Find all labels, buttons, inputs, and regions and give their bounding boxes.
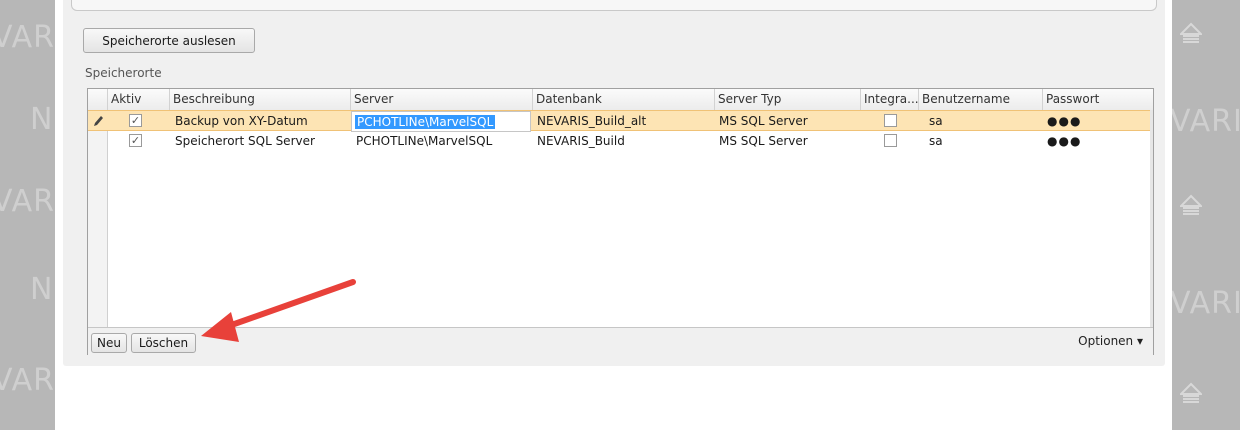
column-header-server[interactable]: Server (350, 89, 532, 110)
column-header-passwort[interactable]: Passwort (1042, 89, 1153, 110)
column-header-datenbank[interactable]: Datenbank (532, 89, 714, 110)
grid-header: Aktiv Beschreibung Server Datenbank Serv… (88, 89, 1153, 111)
column-header-integrated[interactable]: Integra... (860, 89, 918, 110)
watermark-logo-icon (1180, 194, 1202, 215)
cell-server-typ[interactable]: MS SQL Server (716, 111, 808, 132)
server-selected-text[interactable]: PCHOTLINe\MarvelSQL (355, 115, 496, 129)
watermark-text: VAR (0, 20, 55, 55)
delete-button[interactable]: Löschen (131, 333, 196, 353)
table-row[interactable]: ✓ Backup von XY-Datum PCHOTLINe\MarvelSQ… (88, 110, 1153, 132)
aktiv-checkbox[interactable]: ✓ (129, 134, 142, 147)
annotation-arrow-icon (201, 279, 356, 342)
left-background-panel: VAR N VAR N VAR (0, 0, 55, 430)
main-area: Speicherorte auslesen Speicherorte Aktiv… (55, 0, 1172, 430)
pencil-edit-icon (94, 116, 103, 126)
storage-locations-panel: Speicherorte auslesen Speicherorte Aktiv… (63, 0, 1165, 366)
cell-benutzername[interactable]: sa (926, 131, 943, 152)
read-storage-locations-button[interactable]: Speicherorte auslesen (83, 28, 255, 53)
integrated-checkbox[interactable] (884, 114, 897, 127)
column-header-benutzername[interactable]: Benutzername (918, 89, 1042, 110)
grid-vertical-scrollbar[interactable] (1150, 110, 1153, 327)
right-background-panel: VARI VARI (1172, 0, 1240, 430)
watermark-text: VARI (1172, 286, 1240, 321)
column-header-aktiv[interactable]: Aktiv (107, 89, 169, 110)
watermark-logo-icon (1180, 22, 1202, 43)
integrated-checkbox[interactable] (884, 134, 897, 147)
column-header-beschreibung[interactable]: Beschreibung (169, 89, 350, 110)
watermark-text: N (30, 272, 54, 307)
watermark-text: VARI (1172, 104, 1240, 139)
table-row[interactable]: ✓ Speicherort SQL Server PCHOTLINe\Marve… (88, 131, 1153, 152)
cell-passwort[interactable]: ●●● (1044, 131, 1081, 152)
watermark-text: VAR (0, 184, 55, 219)
upper-group-frame (71, 0, 1157, 11)
cell-beschreibung[interactable]: Speicherort SQL Server (172, 131, 315, 152)
watermark-logo-icon (1180, 382, 1202, 403)
cell-server-editor[interactable]: PCHOTLINe\MarvelSQL (351, 111, 531, 132)
cell-datenbank[interactable]: NEVARIS_Build_alt (534, 111, 646, 132)
cell-datenbank[interactable]: NEVARIS_Build (534, 131, 625, 152)
column-header-server-typ[interactable]: Server Typ (714, 89, 860, 110)
cell-beschreibung[interactable]: Backup von XY-Datum (172, 111, 308, 132)
new-button[interactable]: Neu (91, 333, 127, 353)
cell-server[interactable]: PCHOTLINe\MarvelSQL (353, 131, 492, 152)
cell-benutzername[interactable]: sa (926, 111, 943, 132)
cell-server-typ[interactable]: MS SQL Server (716, 131, 808, 152)
watermark-text: N (30, 102, 54, 137)
section-label: Speicherorte (85, 66, 162, 80)
aktiv-checkbox[interactable]: ✓ (129, 114, 142, 127)
watermark-text: VAR (0, 363, 55, 398)
options-dropdown[interactable]: Optionen ▾ (1078, 334, 1143, 348)
cell-passwort[interactable]: ●●● (1044, 111, 1081, 132)
